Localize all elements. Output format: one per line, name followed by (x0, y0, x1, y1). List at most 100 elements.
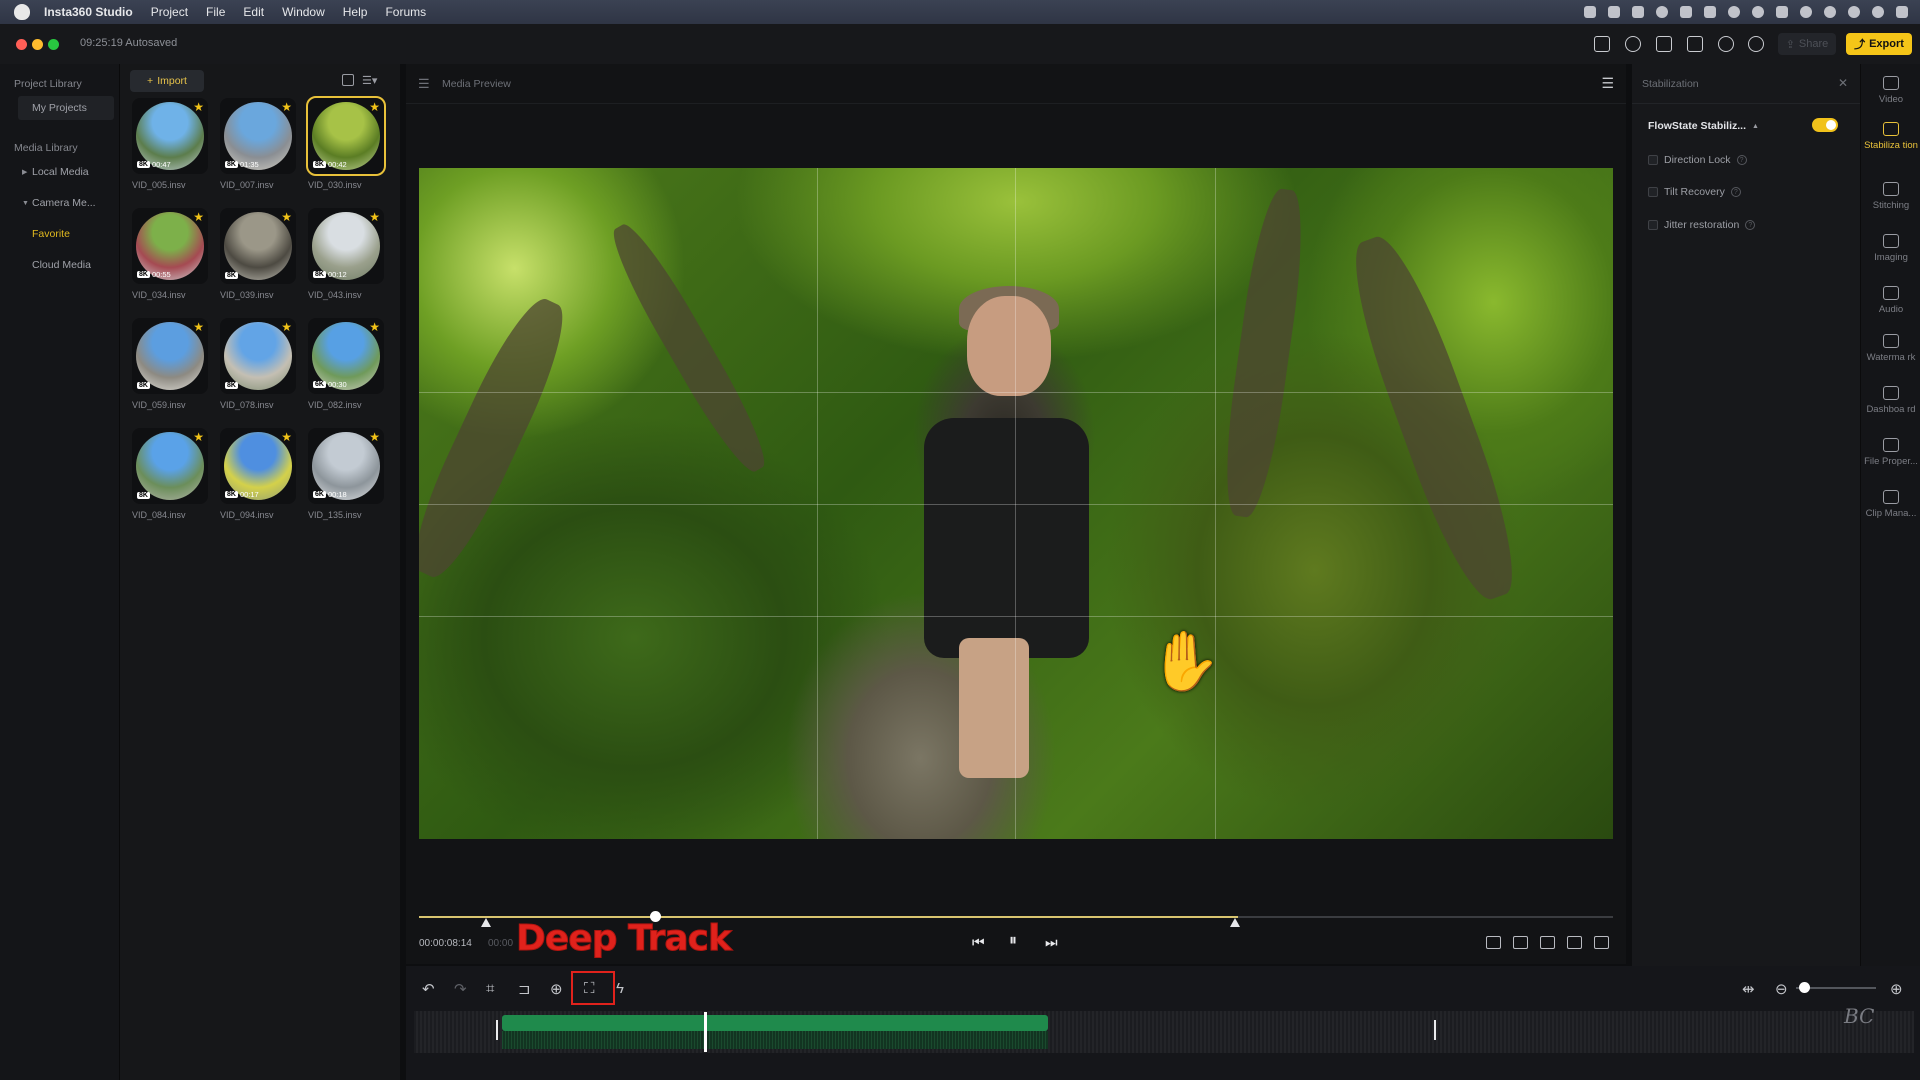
sidebar-item-local-media[interactable]: ▶ Local Media (18, 160, 114, 184)
media-thumbnail[interactable]: ★ 8K (132, 428, 208, 504)
media-thumbnail[interactable]: ★ 8K 01:35 (220, 98, 296, 174)
previous-frame-button[interactable]: ⏮ (972, 934, 985, 951)
favorite-star-icon[interactable]: ★ (369, 100, 380, 114)
menu-file[interactable]: File (206, 5, 225, 19)
favorite-star-icon[interactable]: ★ (193, 430, 204, 444)
tray-app-icon[interactable] (1584, 6, 1596, 18)
media-thumbnail[interactable]: ★ 6K 00:18 (308, 428, 384, 504)
menu-edit[interactable]: Edit (243, 5, 264, 19)
trim-icon[interactable]: ⊐ (518, 980, 531, 998)
favorite-star-icon[interactable]: ★ (281, 430, 292, 444)
tray-moon-icon[interactable] (1800, 6, 1812, 18)
import-button[interactable]: + Import (130, 70, 204, 92)
sidebar-toggle-icon[interactable]: ☰ (418, 76, 430, 92)
share-button[interactable]: ⇪ Share (1778, 33, 1836, 55)
export-button[interactable]: ⤴ Export (1846, 33, 1912, 55)
media-thumbnail[interactable]: ★ 8K 00:55 (132, 208, 208, 284)
direction-lock-checkbox[interactable] (1648, 155, 1658, 165)
user-icon[interactable] (1748, 36, 1764, 52)
tray-grid-icon[interactable] (1632, 6, 1644, 18)
favorite-star-icon[interactable]: ★ (193, 320, 204, 334)
media-thumbnail[interactable]: ★ 8K (220, 208, 296, 284)
clip-end-marker[interactable] (1434, 1020, 1436, 1040)
undo-icon[interactable]: ↶ (422, 980, 435, 998)
close-window-button[interactable] (16, 39, 27, 50)
sort-icon[interactable]: ☰▾ (362, 74, 377, 87)
edit-note-icon[interactable] (1687, 36, 1703, 52)
tray-bluetooth-icon[interactable] (1776, 6, 1788, 18)
help-icon[interactable] (1625, 36, 1641, 52)
chevron-up-icon[interactable]: ▲ (1752, 123, 1759, 130)
add-keyframe-icon[interactable]: ⊕ (550, 980, 563, 998)
menu-forums[interactable]: Forums (385, 5, 426, 19)
media-thumbnail[interactable]: ★ 8K 00:47 (132, 98, 208, 174)
menu-project[interactable]: Project (151, 5, 188, 19)
sidebar-item-camera-media[interactable]: ▼ Camera Me... (18, 191, 114, 215)
media-thumbnail[interactable]: ★ 8K (132, 318, 208, 394)
favorite-star-icon[interactable]: ★ (193, 210, 204, 224)
apple-icon[interactable] (14, 4, 30, 20)
tilt-recovery-checkbox[interactable] (1648, 187, 1658, 197)
media-thumbnail[interactable]: ★ 8K 00:12 (308, 208, 384, 284)
tray-notification-icon[interactable] (1608, 6, 1620, 18)
rail-video[interactable]: Video (1861, 76, 1920, 106)
video-preview[interactable]: ✋ (419, 168, 1613, 839)
media-thumbnail[interactable]: ★ 8K (220, 318, 296, 394)
zoom-window-button[interactable] (48, 39, 59, 50)
minimize-window-button[interactable] (32, 39, 43, 50)
trim-in-handle[interactable] (481, 918, 491, 927)
ai-edit-icon[interactable]: ϟ (616, 980, 624, 997)
rail-clip-manager[interactable]: Clip Mana... (1861, 490, 1920, 520)
rail-audio[interactable]: Audio (1861, 286, 1920, 316)
subtitles-icon[interactable] (1594, 36, 1610, 52)
counter-icon[interactable] (1718, 36, 1734, 52)
tray-search-icon[interactable] (1872, 6, 1884, 18)
favorite-star-icon[interactable]: ★ (369, 320, 380, 334)
jitter-restoration-row[interactable]: Jitter restoration ? (1648, 219, 1756, 231)
vr-view-icon[interactable] (1540, 936, 1555, 949)
rail-watermark[interactable]: Waterma rk (1861, 334, 1920, 364)
sidebar-item-favorite[interactable]: Favorite (18, 222, 114, 246)
rail-dashboard[interactable]: Dashboa rd (1861, 386, 1920, 416)
snap-icon[interactable]: ⇹ (1742, 980, 1755, 998)
favorite-star-icon[interactable]: ★ (281, 210, 292, 224)
tray-openai-icon[interactable] (1728, 6, 1740, 18)
info-icon[interactable]: ? (1730, 187, 1741, 197)
redo-icon[interactable]: ↷ (454, 980, 467, 998)
grid-view-icon[interactable] (342, 74, 354, 86)
zoom-in-icon[interactable]: ⊕ (1890, 980, 1903, 998)
favorite-star-icon[interactable]: ★ (369, 210, 380, 224)
tray-clock-icon[interactable] (1848, 6, 1860, 18)
tray-control-center-icon[interactable] (1896, 6, 1908, 18)
direction-lock-row[interactable]: Direction Lock ? (1648, 154, 1747, 166)
mail-icon[interactable] (1656, 36, 1672, 52)
tray-wifi-icon[interactable] (1824, 6, 1836, 18)
rail-stitching[interactable]: Stitching (1861, 182, 1920, 212)
favorite-star-icon[interactable]: ★ (369, 430, 380, 444)
info-icon[interactable]: ? (1736, 155, 1747, 165)
menu-app-name[interactable]: Insta360 Studio (44, 5, 133, 19)
tray-c-icon[interactable] (1752, 6, 1764, 18)
menu-help[interactable]: Help (343, 5, 368, 19)
tray-split-icon[interactable] (1704, 6, 1716, 18)
favorite-star-icon[interactable]: ★ (281, 100, 292, 114)
aspect-ratio-icon[interactable] (1486, 936, 1501, 949)
favorite-star-icon[interactable]: ★ (193, 100, 204, 114)
split-icon[interactable]: ⌗ (486, 980, 494, 997)
close-icon[interactable]: ✕ (1838, 76, 1848, 90)
next-frame-button[interactable]: ⏭ (1045, 934, 1058, 951)
trim-out-handle[interactable] (1230, 918, 1240, 927)
resolution-icon[interactable] (1513, 936, 1528, 949)
favorite-star-icon[interactable]: ★ (281, 320, 292, 334)
menu-icon[interactable]: ☰ (1601, 75, 1614, 92)
rail-imaging[interactable]: Imaging (1861, 234, 1920, 264)
media-thumbnail[interactable]: ★ 6K 00:30 (308, 318, 384, 394)
jitter-restoration-checkbox[interactable] (1648, 220, 1658, 230)
zoom-out-icon[interactable]: ⊖ (1775, 980, 1788, 998)
media-thumbnail[interactable]: ★ 8K 00:17 (220, 428, 296, 504)
snapshot-icon[interactable] (1567, 936, 1582, 949)
rail-stabilization[interactable]: Stabiliza tion (1861, 122, 1920, 152)
fullscreen-icon[interactable] (1594, 936, 1609, 949)
timeline-playhead[interactable] (704, 1012, 707, 1052)
pause-button[interactable]: ⏸ (1009, 932, 1017, 950)
